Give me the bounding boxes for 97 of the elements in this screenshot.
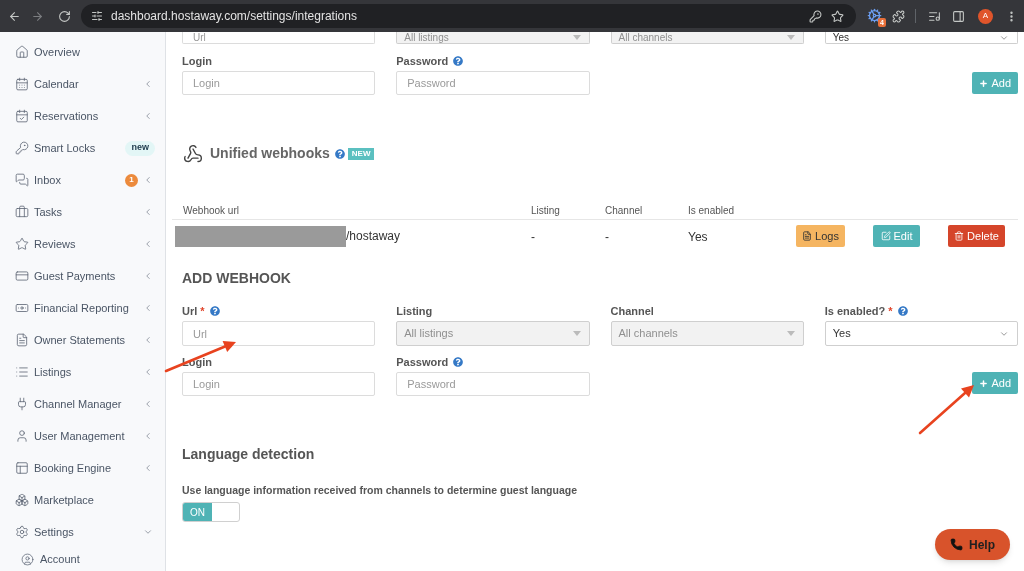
caret-icon: [786, 331, 795, 336]
caret-icon: [572, 331, 581, 336]
sidebar-item[interactable]: Smart Locks: [15, 139, 96, 157]
help-icon[interactable]: [897, 306, 908, 316]
column-header: Listing: [531, 205, 560, 216]
sidebar-item[interactable]: Financial Reporting: [15, 299, 129, 317]
sidebar-item[interactable]: Inbox: [15, 171, 61, 189]
select-field[interactable]: Yes: [824, 32, 1018, 44]
select-field[interactable]: Yes: [824, 321, 1018, 346]
input-field[interactable]: Login: [182, 71, 376, 95]
key-icon: [15, 141, 29, 155]
input-field[interactable]: Login: [182, 372, 376, 396]
field-label: Channel: [610, 305, 654, 317]
briefcase-icon: [15, 205, 29, 219]
sidebar-item[interactable]: Listings: [15, 363, 72, 381]
sidebar-item[interactable]: Account: [21, 550, 80, 568]
sidebar-item[interactable]: Booking Engine: [15, 459, 112, 477]
input-field[interactable]: Url: [182, 321, 376, 346]
reload-icon[interactable]: [58, 9, 71, 23]
sidebar-item[interactable]: Overview: [15, 43, 80, 61]
sidebar-item[interactable]: Calendar: [15, 75, 79, 93]
help-icon[interactable]: [209, 306, 220, 316]
logs-button[interactable]: Logs: [796, 225, 845, 247]
webhook-icon: [183, 143, 203, 164]
document-icon: [15, 333, 29, 347]
pencil-square-icon: [880, 231, 891, 241]
column-header: Webhook url: [183, 205, 239, 216]
banknote-icon: [15, 301, 29, 315]
document-icon: [802, 231, 813, 241]
column-header: Channel: [605, 205, 643, 216]
sidebar-item[interactable]: Owner Statements: [15, 331, 126, 349]
field-label: Password: [396, 356, 449, 368]
annotation-arrow: [917, 382, 977, 436]
sidebar-item[interactable]: Reviews: [15, 235, 76, 253]
section-title: Language detection: [182, 445, 316, 463]
table-cell: -: [605, 230, 609, 244]
phone-icon: [950, 538, 963, 551]
tune-icon[interactable]: [91, 10, 103, 22]
section-title: ADD WEBHOOK: [182, 269, 292, 287]
chat-bubbles-icon: [15, 173, 29, 187]
help-icon[interactable]: [453, 56, 464, 66]
key-icon[interactable]: [809, 9, 822, 23]
puzzle-icon[interactable]: [892, 9, 905, 23]
delete-button[interactable]: Delete: [948, 225, 1005, 247]
credit-card-icon: [15, 269, 29, 283]
new-tag: new: [125, 140, 155, 156]
sidebar-item[interactable]: Guest Payments: [15, 267, 116, 285]
user-circle-icon: [21, 552, 34, 566]
calendar-icon: [15, 77, 29, 91]
address-bar[interactable]: dashboard.hostaway.com/settings/integrations: [81, 4, 856, 28]
layout-icon: [15, 461, 29, 475]
house-icon: [15, 45, 29, 59]
field-label: Url: [182, 305, 198, 317]
new-tag: NEW: [347, 147, 375, 160]
settings-icon: [15, 525, 29, 539]
section-title: Unified webhooks: [210, 144, 330, 163]
field-label: Listing: [396, 305, 433, 317]
back-icon[interactable]: [8, 9, 21, 23]
required-mark: *: [200, 305, 205, 317]
help-button[interactable]: Help: [935, 529, 1010, 560]
table-cell: Yes: [688, 230, 708, 244]
media-icon[interactable]: [928, 9, 941, 23]
profile-avatar[interactable]: A: [978, 8, 993, 24]
input-field[interactable]: Password: [396, 372, 590, 396]
trash-icon: [954, 231, 965, 241]
list-icon: [15, 365, 29, 379]
sidebar-item[interactable]: Tasks: [15, 203, 63, 221]
boxes-icon: [15, 493, 29, 507]
count-badge: 1: [125, 173, 138, 187]
plus-icon: [979, 378, 989, 388]
star-icon: [15, 237, 29, 251]
help-icon[interactable]: [334, 148, 345, 159]
help-icon[interactable]: [453, 357, 464, 367]
caret-icon: [572, 35, 581, 40]
required-mark: *: [888, 305, 893, 317]
sidebar-item[interactable]: Channel Manager: [15, 395, 122, 413]
side-panel-icon[interactable]: [952, 9, 965, 23]
caret-icon: [786, 35, 795, 40]
table-cell: -: [531, 230, 535, 244]
star-icon[interactable]: [831, 9, 844, 23]
field-label: Login: [182, 55, 212, 67]
sidebar-item[interactable]: Reservations: [15, 107, 99, 125]
field-label: Password: [396, 55, 449, 67]
plus-icon: [979, 78, 989, 88]
sidebar-item[interactable]: User Management: [15, 427, 125, 445]
plug-icon: [15, 397, 29, 411]
input-field[interactable]: Url: [182, 32, 376, 44]
field-label: Is enabled?: [824, 305, 886, 317]
forward-icon[interactable]: [31, 9, 44, 23]
sidebar-item[interactable]: Settings: [15, 523, 74, 541]
sidebar-item[interactable]: Marketplace: [15, 491, 94, 509]
setting-label: Use language information received from channels to determine guest language: [182, 485, 578, 497]
calendar-check-icon: [15, 109, 29, 123]
user-icon: [15, 429, 29, 443]
input-field[interactable]: Password: [396, 71, 590, 95]
column-header: Is enabled: [688, 205, 735, 216]
table-cell-text: /hostaway: [346, 228, 401, 245]
